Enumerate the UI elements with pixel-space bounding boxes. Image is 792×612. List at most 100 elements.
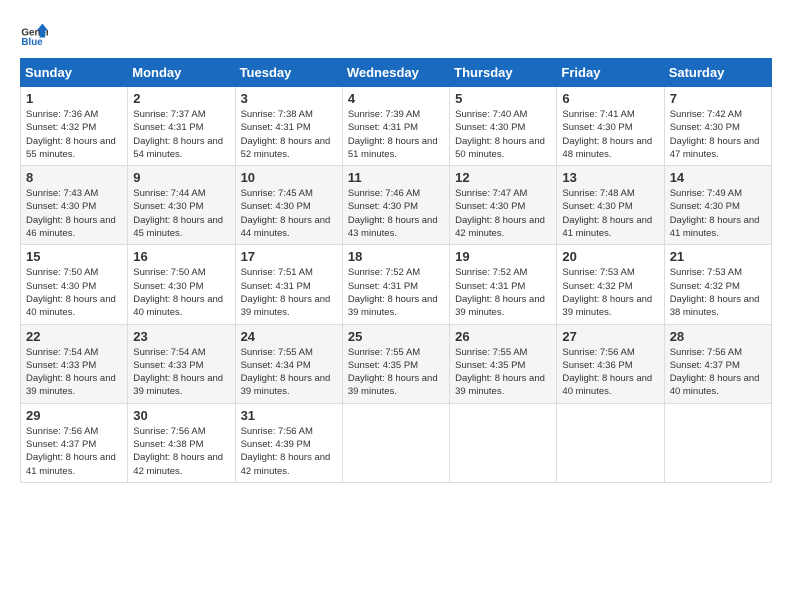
day-info: Sunrise: 7:37 AM Sunset: 4:31 PM Dayligh… [133,108,229,161]
day-info: Sunrise: 7:52 AM Sunset: 4:31 PM Dayligh… [348,266,444,319]
day-cell: 27 Sunrise: 7:56 AM Sunset: 4:36 PM Dayl… [557,324,664,403]
header-monday: Monday [128,59,235,87]
day-number: 10 [241,170,337,185]
day-cell: 19 Sunrise: 7:52 AM Sunset: 4:31 PM Dayl… [450,245,557,324]
logo-icon: General Blue [20,20,48,48]
day-number: 1 [26,91,122,106]
header-thursday: Thursday [450,59,557,87]
day-cell: 9 Sunrise: 7:44 AM Sunset: 4:30 PM Dayli… [128,166,235,245]
week-row-2: 8 Sunrise: 7:43 AM Sunset: 4:30 PM Dayli… [21,166,772,245]
day-cell: 18 Sunrise: 7:52 AM Sunset: 4:31 PM Dayl… [342,245,449,324]
day-number: 25 [348,329,444,344]
day-info: Sunrise: 7:38 AM Sunset: 4:31 PM Dayligh… [241,108,337,161]
day-cell: 31 Sunrise: 7:56 AM Sunset: 4:39 PM Dayl… [235,403,342,482]
day-number: 9 [133,170,229,185]
day-cell: 28 Sunrise: 7:56 AM Sunset: 4:37 PM Dayl… [664,324,771,403]
day-info: Sunrise: 7:41 AM Sunset: 4:30 PM Dayligh… [562,108,658,161]
day-cell: 2 Sunrise: 7:37 AM Sunset: 4:31 PM Dayli… [128,87,235,166]
day-cell: 14 Sunrise: 7:49 AM Sunset: 4:30 PM Dayl… [664,166,771,245]
week-row-1: 1 Sunrise: 7:36 AM Sunset: 4:32 PM Dayli… [21,87,772,166]
day-info: Sunrise: 7:53 AM Sunset: 4:32 PM Dayligh… [562,266,658,319]
day-info: Sunrise: 7:55 AM Sunset: 4:35 PM Dayligh… [455,346,551,399]
day-cell: 15 Sunrise: 7:50 AM Sunset: 4:30 PM Dayl… [21,245,128,324]
day-cell [557,403,664,482]
day-cell [664,403,771,482]
day-info: Sunrise: 7:36 AM Sunset: 4:32 PM Dayligh… [26,108,122,161]
day-info: Sunrise: 7:49 AM Sunset: 4:30 PM Dayligh… [670,187,766,240]
day-cell: 13 Sunrise: 7:48 AM Sunset: 4:30 PM Dayl… [557,166,664,245]
day-info: Sunrise: 7:42 AM Sunset: 4:30 PM Dayligh… [670,108,766,161]
day-number: 8 [26,170,122,185]
day-cell: 11 Sunrise: 7:46 AM Sunset: 4:30 PM Dayl… [342,166,449,245]
day-number: 26 [455,329,551,344]
day-number: 27 [562,329,658,344]
day-number: 18 [348,249,444,264]
day-number: 30 [133,408,229,423]
day-info: Sunrise: 7:47 AM Sunset: 4:30 PM Dayligh… [455,187,551,240]
day-info: Sunrise: 7:55 AM Sunset: 4:34 PM Dayligh… [241,346,337,399]
day-info: Sunrise: 7:52 AM Sunset: 4:31 PM Dayligh… [455,266,551,319]
day-number: 29 [26,408,122,423]
day-cell: 4 Sunrise: 7:39 AM Sunset: 4:31 PM Dayli… [342,87,449,166]
day-cell: 7 Sunrise: 7:42 AM Sunset: 4:30 PM Dayli… [664,87,771,166]
day-cell [450,403,557,482]
day-info: Sunrise: 7:53 AM Sunset: 4:32 PM Dayligh… [670,266,766,319]
day-cell: 10 Sunrise: 7:45 AM Sunset: 4:30 PM Dayl… [235,166,342,245]
day-number: 3 [241,91,337,106]
day-cell: 22 Sunrise: 7:54 AM Sunset: 4:33 PM Dayl… [21,324,128,403]
header-sunday: Sunday [21,59,128,87]
svg-text:Blue: Blue [21,37,43,48]
day-info: Sunrise: 7:54 AM Sunset: 4:33 PM Dayligh… [133,346,229,399]
day-cell: 8 Sunrise: 7:43 AM Sunset: 4:30 PM Dayli… [21,166,128,245]
day-info: Sunrise: 7:43 AM Sunset: 4:30 PM Dayligh… [26,187,122,240]
day-info: Sunrise: 7:55 AM Sunset: 4:35 PM Dayligh… [348,346,444,399]
day-info: Sunrise: 7:54 AM Sunset: 4:33 PM Dayligh… [26,346,122,399]
header-wednesday: Wednesday [342,59,449,87]
day-number: 14 [670,170,766,185]
day-info: Sunrise: 7:56 AM Sunset: 4:37 PM Dayligh… [26,425,122,478]
day-number: 19 [455,249,551,264]
calendar-table: SundayMondayTuesdayWednesdayThursdayFrid… [20,58,772,483]
day-info: Sunrise: 7:50 AM Sunset: 4:30 PM Dayligh… [26,266,122,319]
day-cell: 25 Sunrise: 7:55 AM Sunset: 4:35 PM Dayl… [342,324,449,403]
day-number: 11 [348,170,444,185]
day-number: 23 [133,329,229,344]
day-cell: 6 Sunrise: 7:41 AM Sunset: 4:30 PM Dayli… [557,87,664,166]
day-cell: 23 Sunrise: 7:54 AM Sunset: 4:33 PM Dayl… [128,324,235,403]
logo: General Blue [20,20,48,48]
day-number: 5 [455,91,551,106]
day-info: Sunrise: 7:48 AM Sunset: 4:30 PM Dayligh… [562,187,658,240]
day-info: Sunrise: 7:46 AM Sunset: 4:30 PM Dayligh… [348,187,444,240]
day-info: Sunrise: 7:56 AM Sunset: 4:36 PM Dayligh… [562,346,658,399]
day-cell: 17 Sunrise: 7:51 AM Sunset: 4:31 PM Dayl… [235,245,342,324]
week-row-5: 29 Sunrise: 7:56 AM Sunset: 4:37 PM Dayl… [21,403,772,482]
day-cell: 5 Sunrise: 7:40 AM Sunset: 4:30 PM Dayli… [450,87,557,166]
day-number: 6 [562,91,658,106]
day-number: 22 [26,329,122,344]
day-cell: 16 Sunrise: 7:50 AM Sunset: 4:30 PM Dayl… [128,245,235,324]
day-cell: 24 Sunrise: 7:55 AM Sunset: 4:34 PM Dayl… [235,324,342,403]
day-info: Sunrise: 7:40 AM Sunset: 4:30 PM Dayligh… [455,108,551,161]
day-cell: 21 Sunrise: 7:53 AM Sunset: 4:32 PM Dayl… [664,245,771,324]
day-info: Sunrise: 7:44 AM Sunset: 4:30 PM Dayligh… [133,187,229,240]
day-cell: 29 Sunrise: 7:56 AM Sunset: 4:37 PM Dayl… [21,403,128,482]
week-row-3: 15 Sunrise: 7:50 AM Sunset: 4:30 PM Dayl… [21,245,772,324]
day-number: 21 [670,249,766,264]
day-info: Sunrise: 7:56 AM Sunset: 4:37 PM Dayligh… [670,346,766,399]
header-saturday: Saturday [664,59,771,87]
day-number: 12 [455,170,551,185]
day-info: Sunrise: 7:56 AM Sunset: 4:38 PM Dayligh… [133,425,229,478]
day-number: 16 [133,249,229,264]
day-number: 31 [241,408,337,423]
page-header: General Blue [20,20,772,48]
day-info: Sunrise: 7:51 AM Sunset: 4:31 PM Dayligh… [241,266,337,319]
day-cell: 1 Sunrise: 7:36 AM Sunset: 4:32 PM Dayli… [21,87,128,166]
day-info: Sunrise: 7:50 AM Sunset: 4:30 PM Dayligh… [133,266,229,319]
day-number: 15 [26,249,122,264]
day-number: 4 [348,91,444,106]
day-cell: 26 Sunrise: 7:55 AM Sunset: 4:35 PM Dayl… [450,324,557,403]
day-number: 13 [562,170,658,185]
day-info: Sunrise: 7:45 AM Sunset: 4:30 PM Dayligh… [241,187,337,240]
week-row-4: 22 Sunrise: 7:54 AM Sunset: 4:33 PM Dayl… [21,324,772,403]
header-tuesday: Tuesday [235,59,342,87]
